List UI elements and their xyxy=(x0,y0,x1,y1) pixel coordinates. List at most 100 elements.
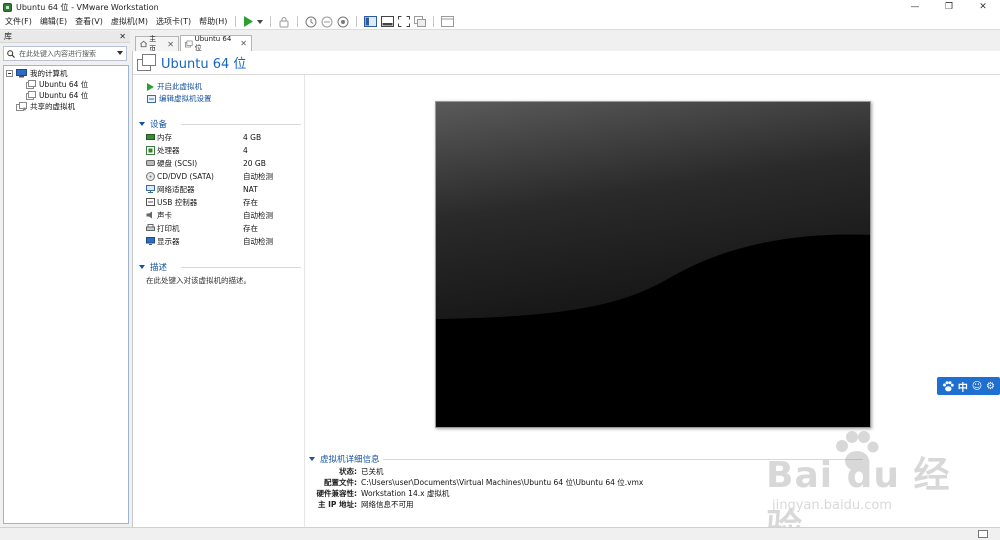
take-snapshot-button[interactable] xyxy=(305,15,317,29)
fullscreen-button[interactable] xyxy=(398,15,411,29)
library-close-button[interactable]: ✕ xyxy=(119,32,126,41)
tab-home[interactable]: 主页 ✕ xyxy=(135,35,179,53)
tree-item-my-computer[interactable]: 我的计算机 xyxy=(4,68,128,79)
toolbar-separator xyxy=(297,16,299,27)
menu-help[interactable]: 帮助(H) xyxy=(196,14,230,30)
tree-item-shared-vms[interactable]: 共享的虚拟机 xyxy=(4,101,128,112)
message-icon xyxy=(978,530,988,538)
detail-key: 主 IP 地址: xyxy=(317,500,357,509)
vmware-window: Ubuntu 64 位 - VMware Workstation — ❐ ✕ 文… xyxy=(0,0,1000,540)
tab-ubuntu-label: Ubuntu 64 位 xyxy=(194,34,232,52)
power-on-button[interactable] xyxy=(243,15,254,29)
tab-ubuntu-close-button[interactable]: ✕ xyxy=(240,39,247,48)
console-view-button[interactable] xyxy=(441,15,455,29)
library-search-input[interactable] xyxy=(19,49,119,58)
device-row-network[interactable]: 网络适配器 NAT xyxy=(146,183,301,195)
menu-view[interactable]: 查看(V) xyxy=(72,14,106,30)
collapse-caret-icon xyxy=(309,456,315,461)
vm-preview-thumbnail[interactable] xyxy=(435,101,871,428)
toolbar-separator xyxy=(356,16,358,27)
play-icon xyxy=(147,82,154,91)
maximize-button[interactable]: ❐ xyxy=(932,0,966,14)
memory-icon xyxy=(146,133,155,142)
details-section-header[interactable]: 虚拟机详细信息 xyxy=(309,453,380,465)
tree-label-vm: Ubuntu 64 位 xyxy=(39,91,89,100)
library-view-icon xyxy=(364,16,378,27)
paw-icon xyxy=(942,380,954,391)
dropdown-icon xyxy=(257,19,264,24)
devices-section-header[interactable]: 设备 xyxy=(139,118,168,130)
close-window-button[interactable]: ✕ xyxy=(966,0,1000,14)
tree-item-vm-2[interactable]: Ubuntu 64 位 xyxy=(4,90,128,101)
library-tree: 我的计算机 Ubuntu 64 位 Ubuntu 64 位 共享的虚拟机 xyxy=(3,65,129,524)
toolbar-separator xyxy=(235,16,237,27)
menu-edit[interactable]: 编辑(E) xyxy=(37,14,70,30)
shared-vm-icon xyxy=(16,102,27,111)
collapse-icon[interactable] xyxy=(6,70,13,77)
show-library-button[interactable] xyxy=(364,15,378,29)
device-name: 打印机 xyxy=(157,223,180,233)
device-row-memory[interactable]: 内存 4 GB xyxy=(146,131,301,143)
library-title: 库 xyxy=(4,32,12,41)
printer-icon xyxy=(146,224,155,233)
tab-home-close-button[interactable]: ✕ xyxy=(167,40,174,49)
power-dropdown-button[interactable] xyxy=(257,15,264,29)
harddisk-icon xyxy=(146,159,155,168)
vm-header: Ubuntu 64 位 xyxy=(133,51,1000,75)
device-name: CD/DVD (SATA) xyxy=(157,171,214,181)
library-search-box[interactable] xyxy=(3,46,127,61)
power-on-link[interactable]: 开启此虚拟机 xyxy=(147,81,202,92)
device-row-printer[interactable]: 打印机 存在 xyxy=(146,222,301,234)
unity-button[interactable] xyxy=(414,15,427,29)
device-row-processor[interactable]: 处理器 4 xyxy=(146,144,301,156)
device-name: 处理器 xyxy=(157,145,180,155)
thumbnail-bar-button[interactable] xyxy=(381,15,395,29)
device-row-harddisk[interactable]: 硬盘 (SCSI) 20 GB xyxy=(146,157,301,169)
unity-icon xyxy=(414,16,427,27)
minimize-button[interactable]: — xyxy=(898,0,932,14)
device-row-sound[interactable]: 声卡 自动检测 xyxy=(146,209,301,221)
device-value: 存在 xyxy=(243,197,258,207)
detail-value: Workstation 14.x 虚拟机 xyxy=(361,489,450,498)
details-title: 虚拟机详细信息 xyxy=(320,454,380,465)
ime-emoji-button[interactable]: ☺ xyxy=(972,381,982,392)
ime-language-toggle[interactable]: 中 xyxy=(958,379,968,394)
menu-file[interactable]: 文件(F) xyxy=(2,14,35,30)
search-dropdown-icon[interactable] xyxy=(117,51,123,55)
devices-title: 设备 xyxy=(150,119,168,130)
device-value: 自动检测 xyxy=(243,171,273,181)
usb-icon xyxy=(146,198,155,207)
cdrom-icon xyxy=(146,171,155,181)
detail-value: 已关机 xyxy=(361,467,384,476)
vm-icon xyxy=(26,80,36,89)
snapshot-icon xyxy=(305,16,317,27)
vm-icon xyxy=(185,40,193,47)
device-row-usb[interactable]: USB 控制器 存在 xyxy=(146,196,301,208)
send-ctrl-alt-del-button[interactable] xyxy=(278,15,290,29)
vm-large-icon xyxy=(137,54,156,71)
ime-toolbar[interactable]: 中 ☺ ⚙ xyxy=(937,377,1000,395)
description-text[interactable]: 在此处键入对该虚拟机的描述。 xyxy=(146,275,251,286)
detail-row-hardware-compat: 硬件兼容性: Workstation 14.x 虚拟机 xyxy=(309,488,450,499)
window-controls: — ❐ ✕ xyxy=(898,0,1000,14)
toolbar-separator xyxy=(433,16,435,27)
ime-settings-button[interactable]: ⚙ xyxy=(986,381,995,392)
menu-tabs[interactable]: 选项卡(T) xyxy=(153,14,194,30)
search-icon xyxy=(7,49,15,58)
console-view-icon xyxy=(441,16,455,27)
tree-label-shared: 共享的虚拟机 xyxy=(30,102,75,111)
snapshot-manager-button[interactable] xyxy=(337,15,349,29)
description-section-header[interactable]: 描述 xyxy=(139,261,167,273)
tree-item-vm-1[interactable]: Ubuntu 64 位 xyxy=(4,79,128,90)
device-row-cdrom[interactable]: CD/DVD (SATA) 自动检测 xyxy=(146,170,301,182)
menu-vm[interactable]: 虚拟机(M) xyxy=(108,14,151,30)
edit-settings-label: 编辑虚拟机设置 xyxy=(159,94,212,103)
device-row-display[interactable]: 显示器 自动检测 xyxy=(146,235,301,247)
section-divider xyxy=(383,459,863,460)
tree-label-vm: Ubuntu 64 位 xyxy=(39,80,89,89)
vm-info-column: 开启此虚拟机 编辑虚拟机设置 设备 内存 4 GB 处理器 4 硬盘 (SCSI… xyxy=(133,75,305,527)
device-value: 自动检测 xyxy=(243,236,273,246)
tab-ubuntu[interactable]: Ubuntu 64 位 ✕ xyxy=(180,34,252,52)
edit-settings-link[interactable]: 编辑虚拟机设置 xyxy=(147,93,212,104)
revert-snapshot-button[interactable] xyxy=(321,15,333,29)
